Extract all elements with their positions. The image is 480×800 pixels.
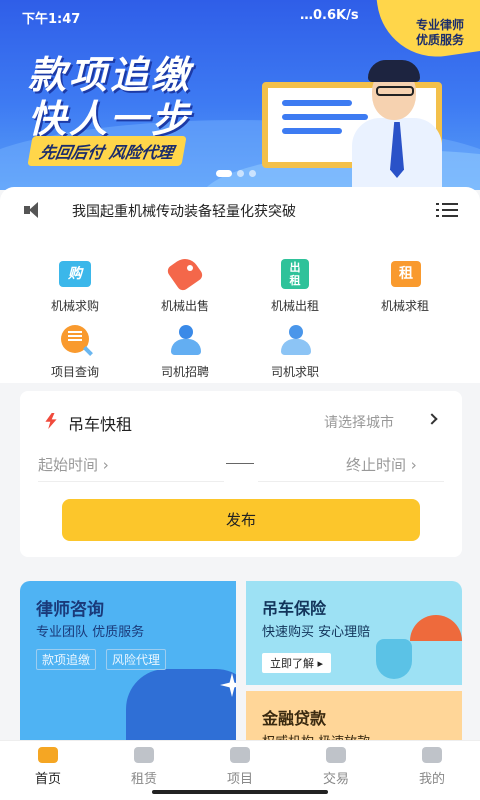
category-label: 机械求购 (50, 299, 99, 313)
end-time-picker[interactable]: 终止时间 › (346, 454, 417, 475)
start-time-label: 起始时间 (38, 456, 99, 474)
city-select[interactable]: 请选择城市 (324, 412, 394, 432)
category-label: 机械出租 (270, 299, 319, 313)
glasses-illustration (376, 86, 414, 96)
corner-tag-line1: 专业律师 (415, 18, 464, 32)
lawyer-consult-card[interactable]: 律师咨询 专业团队 优质服务 款项追缴 风险代理 (20, 581, 236, 741)
category-label: 司机求职 (270, 365, 319, 379)
banner-carousel[interactable]: 下午1:47 …0.6K/s 专业律师 优质服务 款项追缴 快人一步 先回后付 … (0, 0, 480, 190)
list-menu-icon[interactable] (436, 202, 458, 218)
category-item-rent-request[interactable]: 租 机械求租 (350, 257, 460, 317)
chevron-right-icon[interactable] (426, 413, 438, 425)
home-indicator[interactable] (152, 790, 328, 794)
banner-tagline: 先回后付 风险代理 (27, 136, 187, 166)
divider (258, 481, 444, 482)
lightning-icon (45, 413, 57, 429)
finance-loan-card[interactable]: 金融贷款 权威机构 极速放款 (246, 691, 462, 741)
crane-rental-card: 吊车快租 请选择城市 起始时间 › 终止时间 › 发布 (20, 391, 462, 557)
tab-home[interactable]: 首页 (18, 747, 78, 787)
corner-tag-line2: 优质服务 (415, 33, 464, 47)
category-item-buy[interactable]: 购 机械求购 (20, 257, 130, 317)
tab-trade[interactable]: 交易 (306, 747, 366, 787)
tab-label: 首页 (34, 772, 61, 787)
umbrella-illustration (410, 615, 462, 641)
category-item-rent-out[interactable]: 出租 机械出租 (240, 257, 350, 317)
sale-tag-icon (165, 253, 205, 293)
home-icon (38, 747, 58, 763)
tab-lease[interactable]: 租赁 (114, 747, 174, 787)
driver-recruit-icon (165, 323, 205, 357)
lawyer-card-subtitle: 专业团队 优质服务 (36, 625, 145, 640)
news-ticker-text[interactable]: 我国起重机械传动装备轻量化获突破 (72, 201, 296, 221)
project-icon (230, 747, 250, 763)
project-search-icon (55, 323, 95, 357)
corner-tag: 专业律师 优质服务 (416, 18, 464, 48)
rent-request-icon: 租 (385, 257, 425, 291)
lawyer-chip: 风险代理 (106, 649, 167, 670)
tab-profile[interactable]: 我的 (402, 747, 462, 787)
carousel-dot[interactable] (237, 170, 244, 177)
carousel-dot[interactable] (249, 170, 256, 177)
insurance-card-title: 吊车保险 (262, 599, 327, 618)
trade-icon (326, 747, 346, 763)
category-item-driver-jobseek[interactable]: 司机求职 (240, 323, 350, 383)
status-time: 下午1:47 (22, 12, 81, 27)
time-range-separator (226, 463, 254, 464)
lease-icon (134, 747, 154, 763)
buy-tag-icon: 购 (55, 257, 95, 291)
category-label: 项目查询 (50, 365, 99, 379)
tab-label: 交易 (322, 772, 349, 787)
category-label: 司机招聘 (160, 365, 209, 379)
category-item-driver-recruit[interactable]: 司机招聘 (130, 323, 240, 383)
publish-button[interactable]: 发布 (62, 499, 420, 541)
insurance-card-subtitle: 快速购买 安心理赔 (262, 625, 371, 640)
driver-jobseek-icon (275, 323, 315, 357)
loan-card-title: 金融贷款 (262, 709, 327, 728)
tab-project[interactable]: 项目 (210, 747, 270, 787)
carousel-indicator (216, 170, 256, 177)
learn-more-button[interactable]: 立即了解 ▸ (262, 653, 332, 673)
shield-illustration (126, 669, 236, 741)
category-grid: 购 机械求购 机械出售 出租 机械出租 租 机械求租 项目查询 司机招聘 司机求… (0, 233, 480, 383)
rental-title: 吊车快租 (68, 415, 133, 434)
divider (38, 481, 224, 482)
category-item-sale[interactable]: 机械出售 (130, 253, 240, 317)
rent-out-icon: 出租 (275, 257, 315, 291)
tab-label: 租赁 (130, 772, 157, 787)
lawyer-hair-illustration (368, 60, 420, 82)
tab-label: 项目 (226, 772, 253, 787)
crane-insurance-card[interactable]: 吊车保险 快速购买 安心理赔 立即了解 ▸ (246, 581, 462, 685)
lawyer-card-title: 律师咨询 (36, 600, 104, 620)
carousel-dot[interactable] (216, 170, 232, 177)
shield-check-illustration (376, 639, 412, 679)
category-label: 机械求租 (380, 299, 429, 313)
tab-label: 我的 (418, 772, 445, 787)
network-speed: …0.6K/s (300, 8, 359, 23)
speaker-icon (24, 202, 44, 218)
end-time-label: 终止时间 (346, 456, 407, 474)
lawyer-chip: 款项追缴 (36, 649, 97, 670)
banner-headline-line2: 快人一步 (28, 97, 193, 141)
start-time-picker[interactable]: 起始时间 › (38, 454, 109, 475)
category-label: 机械出售 (160, 299, 209, 313)
category-item-project-search[interactable]: 项目查询 (20, 323, 130, 383)
profile-icon (422, 747, 442, 763)
news-ticker[interactable]: 我国起重机械传动装备轻量化获突破 (0, 187, 480, 233)
